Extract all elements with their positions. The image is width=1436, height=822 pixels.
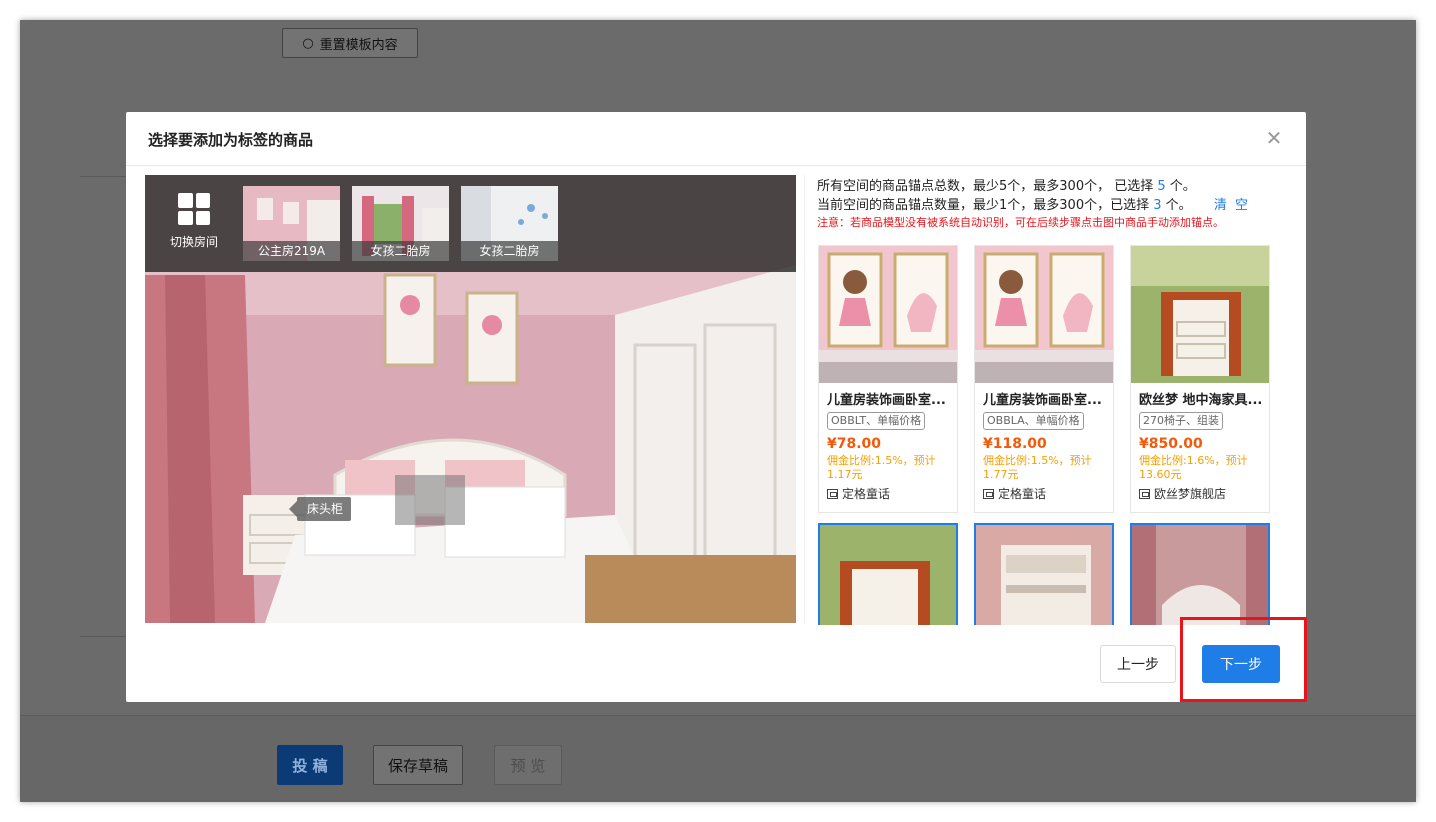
product-title: 欧丝梦 地中海家具... — [1139, 393, 1263, 408]
product-spec: OBBLT、单幅价格 — [827, 412, 926, 430]
current-anchor-text: 当前空间的商品锚点数量，最少1个，最多300个，已选择 — [817, 198, 1150, 213]
room-thumbnail[interactable]: 女孩二胎房 — [352, 186, 449, 261]
product-image — [1132, 525, 1268, 625]
room-thumbnail-label: 公主房219A — [243, 241, 340, 261]
room-thumbnail-label: 女孩二胎房 — [461, 241, 558, 261]
clear-button[interactable]: 清 空 — [1214, 198, 1250, 213]
room-thumbnail[interactable]: 女孩二胎房 — [461, 186, 558, 261]
product-list: 儿童房装饰画卧室... OBBLT、单幅价格 ¥78.00 佣金比例:1.5%，… — [818, 245, 1278, 625]
anchor-info: 所有空间的商品锚点总数，最少5个，最多300个， 已选择 5 个。 当前空间的商… — [817, 177, 1287, 231]
select-product-modal: 选择要添加为标签的商品 ✕ 切换房间 公主房219A 女孩二胎房 女孩二胎房 床… — [126, 112, 1306, 702]
shop-name: 定格童话 — [842, 487, 891, 501]
product-price: ¥850.00 — [1139, 436, 1203, 452]
product-spec: 270椅子、组装 — [1139, 412, 1223, 430]
product-price: ¥118.00 — [983, 436, 1047, 452]
shop-icon — [1139, 488, 1150, 499]
product-image — [975, 246, 1113, 383]
reset-icon: ○ — [302, 35, 314, 51]
modal-footer: 上一步 下一步 — [126, 623, 1306, 702]
next-step-highlight — [1180, 617, 1307, 702]
product-title: 儿童房装饰画卧室... — [827, 393, 946, 408]
room-switcher-bar: 切换房间 公主房219A 女孩二胎房 女孩二胎房 — [145, 175, 796, 272]
product-image — [1131, 246, 1269, 383]
shop-icon — [827, 488, 838, 499]
switch-room-button[interactable]: 切换房间 — [159, 189, 229, 259]
product-shop: 定格童话 — [983, 485, 1113, 502]
modal-title: 选择要添加为标签的商品 — [148, 131, 314, 149]
save-draft-button[interactable]: 保存草稿 — [373, 745, 463, 785]
product-card[interactable]: 儿童房装饰画卧室... OBBLA、单幅价格 ¥118.00 佣金比例:1.5%… — [974, 245, 1114, 513]
anchor-warning: 注意：若商品模型没有被系统自动识别，可在后续步骤点击图中商品手动添加锚点。 — [817, 216, 1224, 229]
current-anchor-info: 当前空间的商品锚点数量，最少1个，最多300个，已选择 3 个。 清 空 — [817, 196, 1287, 215]
product-selection-panel: 所有空间的商品锚点总数，最少5个，最多300个， 已选择 5 个。 当前空间的商… — [804, 175, 1306, 625]
current-selected-count: 3 — [1153, 198, 1162, 213]
product-commission: 佣金比例:1.5%，预计1.77元 — [983, 454, 1092, 481]
shop-name: 欧丝梦旗舰店 — [1154, 487, 1227, 501]
product-commission: 佣金比例:1.5%，预计1.17元 — [827, 454, 936, 481]
product-image — [820, 525, 956, 625]
shop-icon — [983, 488, 994, 499]
total-selected-count: 5 — [1157, 179, 1166, 194]
grid-icon — [178, 193, 210, 225]
product-spec: OBBLA、单幅价格 — [983, 412, 1084, 430]
room-scene-viewer[interactable]: 切换房间 公主房219A 女孩二胎房 女孩二胎房 床头柜 — [145, 175, 796, 623]
product-image — [976, 525, 1112, 625]
product-price: ¥78.00 — [827, 436, 882, 452]
product-card-selected[interactable] — [818, 523, 958, 625]
preview-button[interactable]: 预 览 — [494, 745, 562, 785]
submit-button[interactable]: 投 稿 — [277, 745, 343, 785]
reset-template-button[interactable]: ○ 重置模板内容 — [282, 28, 418, 58]
product-card-selected[interactable] — [1130, 523, 1270, 625]
product-commission: 佣金比例:1.6%，预计13.60元 — [1139, 454, 1248, 481]
total-anchor-info: 所有空间的商品锚点总数，最少5个，最多300个， 已选择 5 个。 — [817, 177, 1287, 196]
product-card[interactable]: 欧丝梦 地中海家具... 270椅子、组装 ¥850.00 佣金比例:1.6%，… — [1130, 245, 1270, 513]
product-image — [819, 246, 957, 383]
switch-room-label: 切换房间 — [169, 235, 218, 249]
room-thumbnail-label: 女孩二胎房 — [352, 241, 449, 261]
background-footer — [20, 715, 1416, 802]
modal-header: 选择要添加为标签的商品 ✕ — [126, 112, 1306, 166]
total-anchor-suffix: 个。 — [1169, 179, 1196, 194]
product-title: 儿童房装饰画卧室... — [983, 393, 1102, 408]
room-thumbnail[interactable]: 公主房219A — [243, 186, 340, 261]
product-shop: 欧丝梦旗舰店 — [1139, 485, 1269, 502]
product-card[interactable]: 儿童房装饰画卧室... OBBLT、单幅价格 ¥78.00 佣金比例:1.5%，… — [818, 245, 958, 513]
current-anchor-suffix: 个。 — [1165, 198, 1192, 213]
close-icon[interactable]: ✕ — [1262, 126, 1286, 150]
product-card-selected[interactable] — [974, 523, 1114, 625]
product-anchor-tag[interactable]: 床头柜 — [288, 497, 352, 521]
reset-template-label: 重置模板内容 — [319, 37, 398, 53]
product-shop: 定格童话 — [827, 485, 957, 502]
shop-name: 定格童话 — [998, 487, 1047, 501]
total-anchor-text: 所有空间的商品锚点总数，最少5个，最多300个， 已选择 — [817, 179, 1154, 194]
previous-step-button[interactable]: 上一步 — [1100, 645, 1176, 683]
